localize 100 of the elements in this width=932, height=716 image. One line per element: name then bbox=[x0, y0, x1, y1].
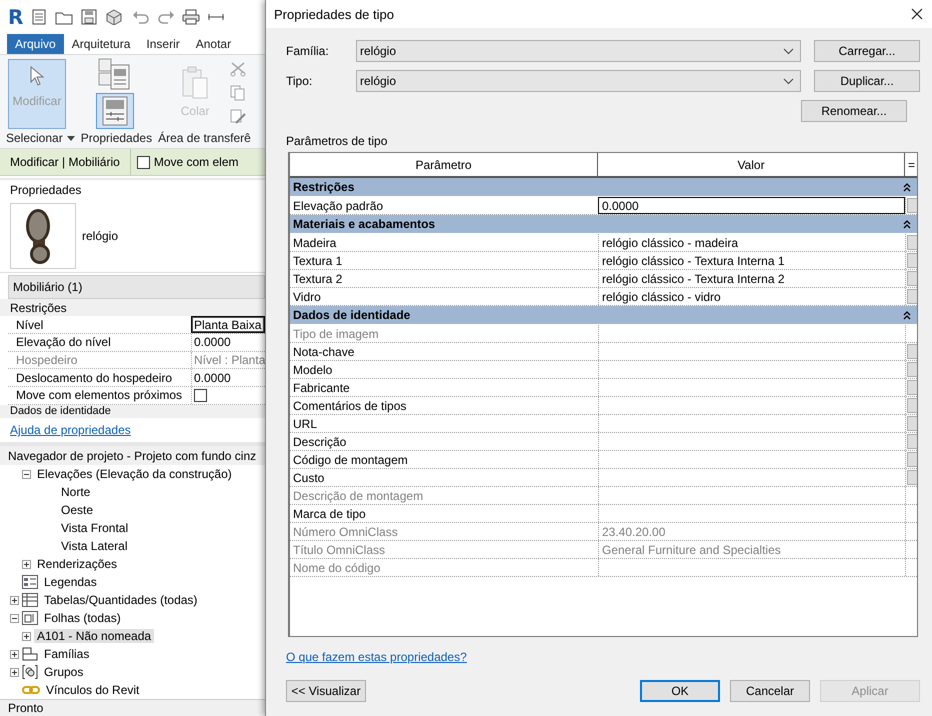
field-label: Família: bbox=[286, 44, 330, 58]
parameter-cell-text: URL bbox=[292, 416, 318, 432]
parameter-cell-text: Madeira bbox=[292, 234, 338, 251]
parameter-cell-text: Fabricante bbox=[292, 380, 351, 396]
group-title: Dados de identidade bbox=[293, 308, 410, 322]
parameter-cell-text: Número OmniClass bbox=[292, 524, 399, 540]
group-header[interactable]: Dados de identidade bbox=[290, 306, 917, 325]
parameter-cell-text: Título OmniClass bbox=[292, 542, 386, 558]
tree-item[interactable]: Famílias bbox=[41, 647, 92, 662]
tree-item[interactable]: Renderizações bbox=[34, 557, 120, 572]
ribbon-tab[interactable]: Inserir bbox=[138, 34, 188, 54]
expand-icon[interactable] bbox=[10, 596, 19, 605]
group-title: Materiais e acabamentos bbox=[293, 217, 436, 231]
value-cell[interactable]: relógio clássico - vidro bbox=[598, 288, 905, 305]
table-row[interactable]: Textura 2 relógio clássico - Textura Interna 2 bbox=[290, 270, 917, 288]
property-value[interactable]: Planta Baixa bbox=[191, 316, 265, 334]
palette-title: Propriedades bbox=[10, 183, 82, 198]
checkbox[interactable] bbox=[194, 388, 207, 402]
undo-icon[interactable] bbox=[132, 9, 150, 26]
sheet-icon bbox=[22, 611, 38, 626]
document-icon[interactable] bbox=[30, 9, 48, 26]
table-icon bbox=[22, 593, 38, 608]
expand-icon[interactable] bbox=[10, 650, 19, 659]
tree-item[interactable]: Legendas bbox=[41, 575, 100, 590]
ribbon-tab[interactable]: Anotar bbox=[188, 34, 240, 54]
value-cell[interactable]: 0.0000 bbox=[598, 197, 905, 214]
dialog-button[interactable]: Cancelar bbox=[730, 680, 810, 702]
collapse-icon[interactable] bbox=[903, 220, 911, 228]
caret-icon[interactable] bbox=[66, 136, 75, 141]
table-row[interactable]: Descrição bbox=[290, 433, 917, 451]
type-dropdown[interactable]: relógio bbox=[356, 70, 801, 92]
app-logo[interactable]: R bbox=[8, 5, 24, 30]
tree-item[interactable]: Vínculos do Revit bbox=[43, 683, 142, 698]
type-name: relógio bbox=[82, 229, 118, 244]
expand-icon[interactable] bbox=[22, 560, 31, 569]
collapse-icon[interactable] bbox=[903, 310, 911, 320]
close-icon[interactable] bbox=[911, 8, 923, 20]
tree-item[interactable]: Vista Lateral bbox=[58, 539, 130, 554]
parameter-cell-text: Marca de tipo bbox=[292, 506, 367, 522]
table-row[interactable]: Textura 1 relógio clássico - Textura Interna 1 bbox=[290, 252, 917, 270]
load-button[interactable]: Carregar... bbox=[814, 40, 920, 62]
collapse-icon[interactable] bbox=[903, 182, 911, 192]
type-selector[interactable]: relógio bbox=[0, 200, 265, 274]
expand-icon[interactable] bbox=[10, 668, 19, 677]
table-row[interactable]: URL bbox=[290, 415, 917, 433]
expand-icon[interactable] bbox=[22, 632, 31, 641]
tree-item[interactable]: Tabelas/Quantidades (todas) bbox=[41, 593, 200, 608]
tree-item[interactable]: Vista Frontal bbox=[58, 521, 132, 536]
cursor-icon bbox=[30, 66, 44, 86]
clipboard-icon bbox=[181, 66, 210, 100]
family-dropdown[interactable]: relógio bbox=[356, 40, 801, 62]
column-header[interactable]: = bbox=[905, 153, 917, 176]
column-header[interactable]: Valor bbox=[598, 153, 905, 176]
table-row[interactable]: Fabricante bbox=[290, 379, 917, 397]
help-link[interactable]: Ajuda de propriedades bbox=[10, 423, 131, 438]
dialog-title: Propriedades de tipo bbox=[274, 6, 394, 22]
redo-icon[interactable] bbox=[157, 9, 176, 26]
parameter-cell-text: Código de montagem bbox=[292, 452, 409, 468]
match-icon[interactable] bbox=[230, 108, 246, 125]
table-row[interactable]: Nota-chave bbox=[290, 343, 917, 361]
panel-title[interactable]: Selecionar bbox=[6, 131, 63, 146]
property-name: Deslocamento do hospedeiro bbox=[15, 370, 174, 386]
properties-button[interactable] bbox=[96, 92, 134, 129]
browser-title: Navegador de projeto - Projeto com fundo cinz bbox=[8, 448, 256, 463]
group-header[interactable]: Materiais e acabamentos bbox=[290, 215, 917, 234]
column-header[interactable]: Parâmetro bbox=[290, 153, 598, 176]
group-header[interactable]: Restrições bbox=[290, 178, 917, 197]
table-row[interactable]: Modelo bbox=[290, 361, 917, 379]
file-tab[interactable]: Arquivo bbox=[7, 34, 64, 54]
tree-item[interactable]: Norte bbox=[58, 485, 94, 500]
dialog-button[interactable]: OK bbox=[640, 680, 720, 702]
property-name: Elevação do nível bbox=[15, 334, 112, 351]
print-icon[interactable] bbox=[182, 9, 200, 26]
table-row[interactable]: Custo bbox=[290, 469, 917, 487]
collapse-icon[interactable] bbox=[22, 470, 31, 479]
tree-item[interactable]: Elevações (Elevação da construção) bbox=[34, 467, 235, 482]
table-row[interactable]: Comentários de tipos bbox=[290, 397, 917, 415]
category-dropdown[interactable]: Mobiliário (1) bbox=[8, 275, 265, 299]
ribbon-tab[interactable]: Arquitetura bbox=[64, 34, 138, 54]
tree-item[interactable]: Folhas (todas) bbox=[41, 611, 124, 626]
group-title: Restrições bbox=[10, 300, 67, 315]
table-row[interactable]: Madeira relógio clássico - madeira bbox=[290, 234, 917, 252]
value-cell[interactable]: relógio clássico - Textura Interna 1 bbox=[598, 252, 905, 269]
help-link[interactable]: O que fazem estas propriedades? bbox=[286, 650, 467, 664]
value-cell[interactable]: relógio clássico - madeira bbox=[598, 234, 905, 251]
context-title: Modificar | Mobiliário bbox=[0, 148, 131, 176]
tree-item[interactable]: A101 - Não nomeada bbox=[34, 629, 154, 644]
table-row[interactable]: Código de montagem bbox=[290, 451, 917, 469]
save-icon[interactable] bbox=[80, 9, 98, 26]
section-label: Parâmetros de tipo bbox=[286, 134, 388, 148]
tree-item[interactable]: Oeste bbox=[58, 503, 96, 518]
parameter-cell-text: Textura 2 bbox=[292, 270, 344, 287]
rename-button[interactable]: Renomear... bbox=[801, 100, 907, 122]
collapse-icon[interactable] bbox=[10, 614, 19, 623]
value-cell[interactable]: relógio clássico - Textura Interna 2 bbox=[598, 270, 905, 287]
tree-item[interactable]: Grupos bbox=[41, 665, 86, 680]
checkbox[interactable] bbox=[136, 156, 150, 169]
table-row[interactable]: Marca de tipo bbox=[290, 505, 917, 523]
duplicate-button[interactable]: Duplicar... bbox=[814, 70, 920, 92]
preview-button[interactable]: << Visualizar bbox=[286, 680, 366, 702]
